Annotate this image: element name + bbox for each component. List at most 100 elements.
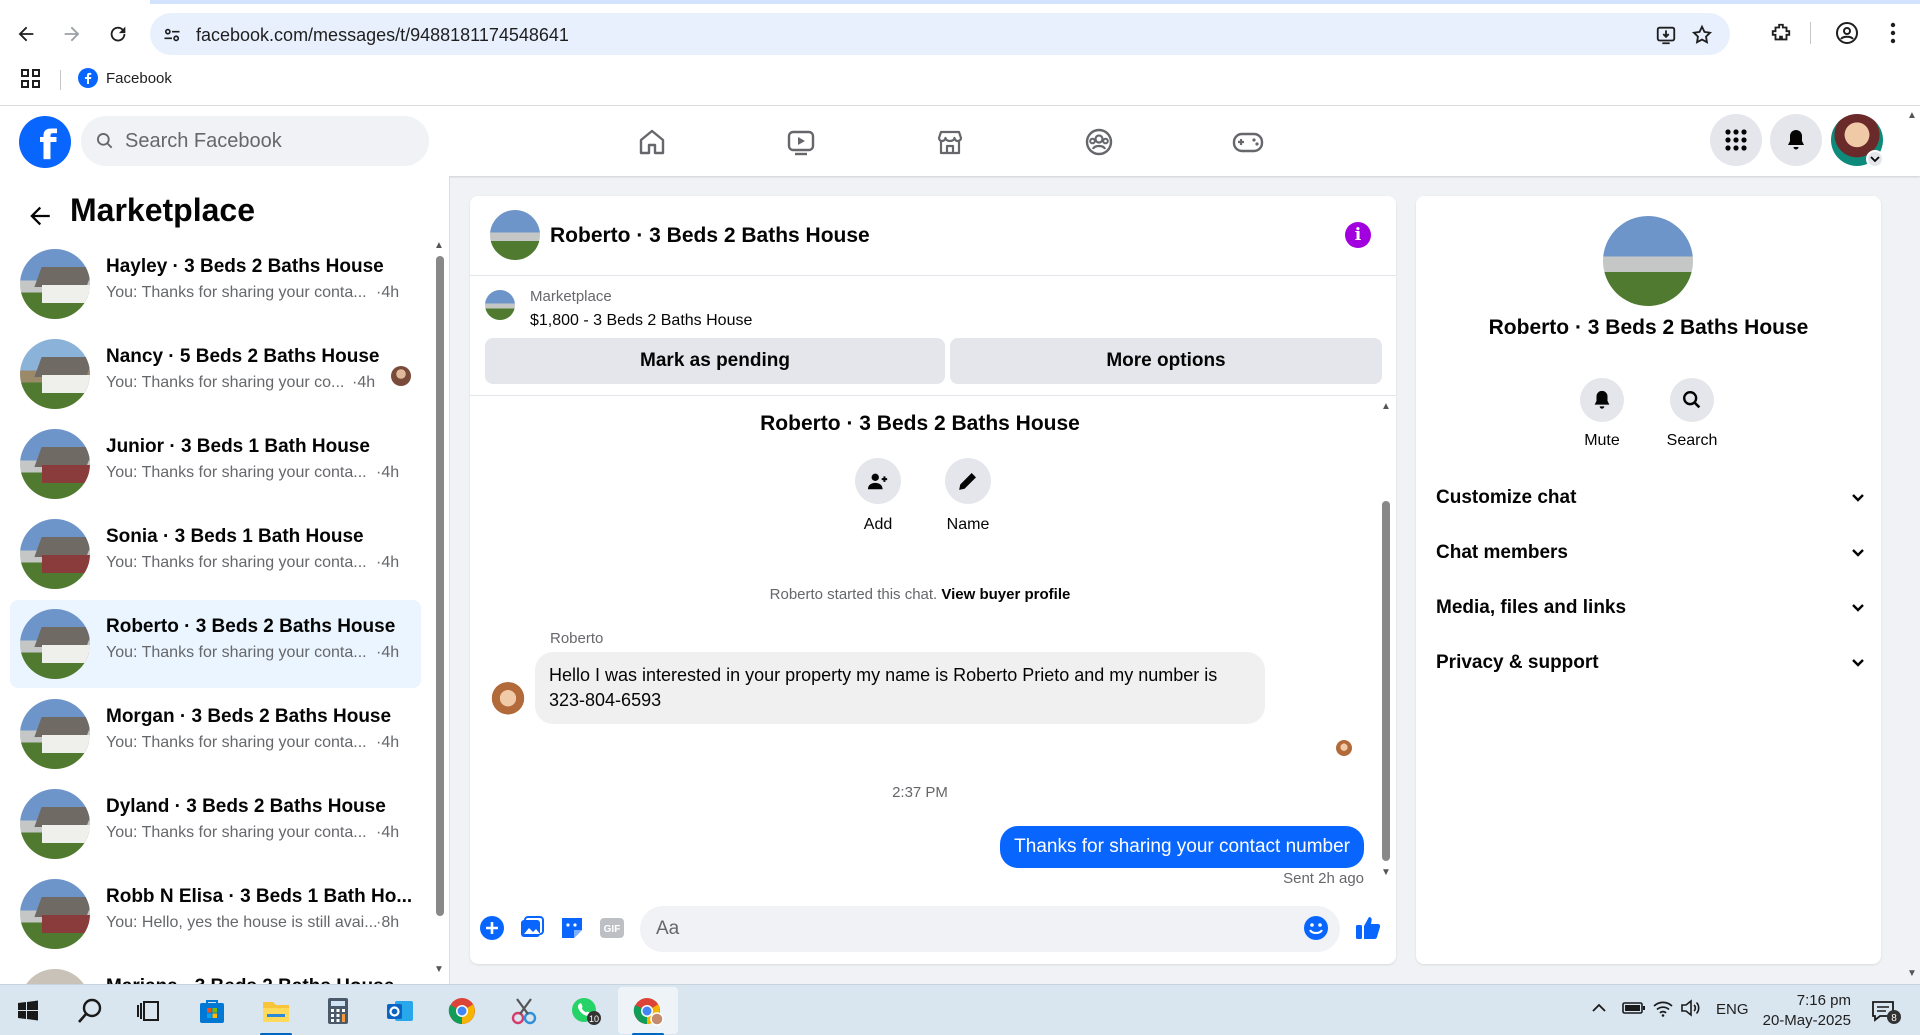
chevron-down-icon[interactable] xyxy=(1866,150,1884,168)
system-clock[interactable]: 7:16 pm 20-May-2025 xyxy=(1755,991,1851,1031)
groups-tab[interactable] xyxy=(1039,116,1159,168)
conversation-item[interactable]: Mariana · 3 Beds 2 Baths House xyxy=(10,960,421,984)
plus-icon[interactable] xyxy=(478,914,506,942)
apps-grid-icon[interactable] xyxy=(20,68,42,95)
emoji-icon[interactable] xyxy=(1302,914,1330,942)
scrollbar-thumb[interactable] xyxy=(436,256,444,916)
notification-count: 8 xyxy=(1891,1013,1897,1024)
customize-chat-section[interactable]: Customize chat xyxy=(1436,478,1866,518)
conversation-item[interactable]: Morgan · 3 Beds 2 Baths House You: Thank… xyxy=(10,690,421,778)
add-member-button[interactable]: Add xyxy=(843,458,913,534)
incoming-message[interactable]: Hello I was interested in your property … xyxy=(535,652,1265,724)
task-view-icon[interactable] xyxy=(128,992,168,1030)
sticker-icon[interactable] xyxy=(558,914,586,942)
privacy-support-section[interactable]: Privacy & support xyxy=(1436,643,1866,683)
snipping-tool-icon[interactable] xyxy=(504,992,544,1030)
media-files-links-section[interactable]: Media, files and links xyxy=(1436,588,1866,628)
info-avatar[interactable] xyxy=(1603,216,1693,306)
more-options-button[interactable]: More options xyxy=(950,338,1382,384)
scroll-up-arrow[interactable]: ▲ xyxy=(1381,401,1391,412)
gaming-tab[interactable] xyxy=(1188,116,1308,168)
windows-start-icon[interactable] xyxy=(8,992,48,1030)
site-settings-icon[interactable] xyxy=(160,23,184,47)
chevron-up-icon[interactable] xyxy=(1590,999,1608,1021)
conversation-item[interactable]: Robb N Elisa · 3 Beds 1 Bath Ho... You: … xyxy=(10,870,421,958)
thumbs-up-icon[interactable] xyxy=(1354,914,1382,942)
scroll-up-arrow[interactable]: ▲ xyxy=(434,240,444,251)
calculator-icon[interactable] xyxy=(318,992,358,1030)
conversation-preview: You: Thanks for sharing your conta... xyxy=(106,734,367,751)
facebook-search[interactable]: Search Facebook xyxy=(81,116,429,166)
search-icon[interactable] xyxy=(70,992,110,1030)
bookmark-star-icon[interactable] xyxy=(1690,23,1714,47)
mute-button[interactable]: Mute xyxy=(1562,378,1642,450)
scroll-down-arrow[interactable]: ▼ xyxy=(434,964,444,975)
sender-avatar[interactable] xyxy=(490,682,526,718)
profile-icon[interactable] xyxy=(1832,18,1862,48)
listing-thumbnail xyxy=(20,609,90,679)
conversation-item[interactable]: Nancy · 5 Beds 2 Baths House You: Thanks… xyxy=(10,330,421,418)
conversation-item[interactable]: Hayley · 3 Beds 2 Baths House You: Thank… xyxy=(10,240,421,328)
facebook-logo[interactable]: f xyxy=(19,116,71,169)
outgoing-message[interactable]: Thanks for sharing your contact number xyxy=(1000,826,1364,868)
outlook-icon[interactable] xyxy=(380,992,420,1030)
chat-avatar[interactable] xyxy=(490,210,540,260)
sidebar-scrollbar[interactable]: ▲ ▼ xyxy=(433,240,445,980)
photo-icon[interactable] xyxy=(518,914,546,942)
notification-center-icon[interactable]: 8 xyxy=(1870,999,1902,1030)
menu-button[interactable] xyxy=(1710,114,1762,166)
scroll-up-arrow[interactable]: ▲ xyxy=(1907,110,1917,121)
chrome-profile-icon[interactable] xyxy=(628,992,668,1035)
add-label: Add xyxy=(863,516,893,533)
conversation-item[interactable]: Dyland · 3 Beds 2 Baths House You: Thank… xyxy=(10,780,421,868)
address-bar[interactable]: facebook.com/messages/t/9488181174548641 xyxy=(150,13,1730,55)
edit-name-button[interactable]: Name xyxy=(933,458,1003,534)
volume-icon[interactable] xyxy=(1680,999,1702,1021)
back-button[interactable] xyxy=(8,16,44,52)
mark-as-pending-button[interactable]: Mark as pending xyxy=(485,338,945,384)
conversation-item-active[interactable]: Roberto · 3 Beds 2 Baths House You: Than… xyxy=(10,600,421,688)
home-tab[interactable] xyxy=(592,116,712,168)
gif-icon[interactable]: GIF xyxy=(598,914,626,942)
message-input[interactable]: Aa xyxy=(640,906,1340,952)
scrollbar-thumb[interactable] xyxy=(1382,501,1390,861)
forward-button[interactable] xyxy=(54,16,90,52)
search-conversation-button[interactable]: Search xyxy=(1652,378,1732,450)
view-buyer-profile-link[interactable]: View buyer profile xyxy=(941,586,1070,603)
url-text[interactable]: facebook.com/messages/t/9488181174548641 xyxy=(196,25,569,46)
sent-status: Sent 2h ago xyxy=(1283,870,1364,887)
chrome-icon[interactable] xyxy=(442,992,482,1030)
bell-icon xyxy=(1788,130,1804,150)
message-timestamp: 2:37 PM xyxy=(892,784,948,801)
whatsapp-icon[interactable]: 10 xyxy=(566,992,606,1030)
extensions-icon[interactable] xyxy=(1766,18,1796,48)
install-app-icon[interactable] xyxy=(1654,23,1678,47)
conversation-item[interactable]: Junior · 3 Beds 1 Bath House You: Thanks… xyxy=(10,420,421,508)
clock-time: 7:16 pm xyxy=(1796,992,1851,1009)
wifi-icon[interactable] xyxy=(1652,999,1674,1021)
listing-thumbnail[interactable] xyxy=(485,290,515,320)
listing-price-title[interactable]: $1,800 - 3 Beds 2 Baths House xyxy=(530,312,752,330)
scroll-down-arrow[interactable]: ▼ xyxy=(1907,968,1917,979)
listing-thumbnail xyxy=(20,699,90,769)
notifications-button[interactable] xyxy=(1770,114,1822,166)
reload-button[interactable] xyxy=(100,16,136,52)
bookmark-facebook[interactable]: Facebook xyxy=(78,68,172,88)
microsoft-store-icon[interactable] xyxy=(192,992,232,1030)
chat-members-section[interactable]: Chat members xyxy=(1436,533,1866,573)
language-indicator[interactable]: ENG xyxy=(1716,1001,1749,1018)
marketplace-tab[interactable] xyxy=(890,116,1010,168)
chat-title[interactable]: Roberto · 3 Beds 2 Baths House xyxy=(550,224,870,248)
conversation-item[interactable]: Sonia · 3 Beds 1 Bath House You: Thanks … xyxy=(10,510,421,598)
chrome-menu-icon[interactable] xyxy=(1878,18,1908,48)
pencil-icon xyxy=(959,473,976,490)
chat-scrollbar[interactable]: ▲ ▼ xyxy=(1380,401,1392,881)
battery-icon[interactable] xyxy=(1622,999,1646,1021)
video-tab[interactable] xyxy=(741,116,861,168)
page-scrollbar[interactable]: ▲ ▼ xyxy=(1905,110,1920,985)
scroll-down-arrow[interactable]: ▼ xyxy=(1381,867,1391,878)
file-explorer-icon[interactable] xyxy=(256,992,296,1035)
info-icon[interactable]: i xyxy=(1345,222,1371,248)
back-arrow-button[interactable] xyxy=(20,196,60,236)
facebook-logo-icon xyxy=(78,68,98,88)
